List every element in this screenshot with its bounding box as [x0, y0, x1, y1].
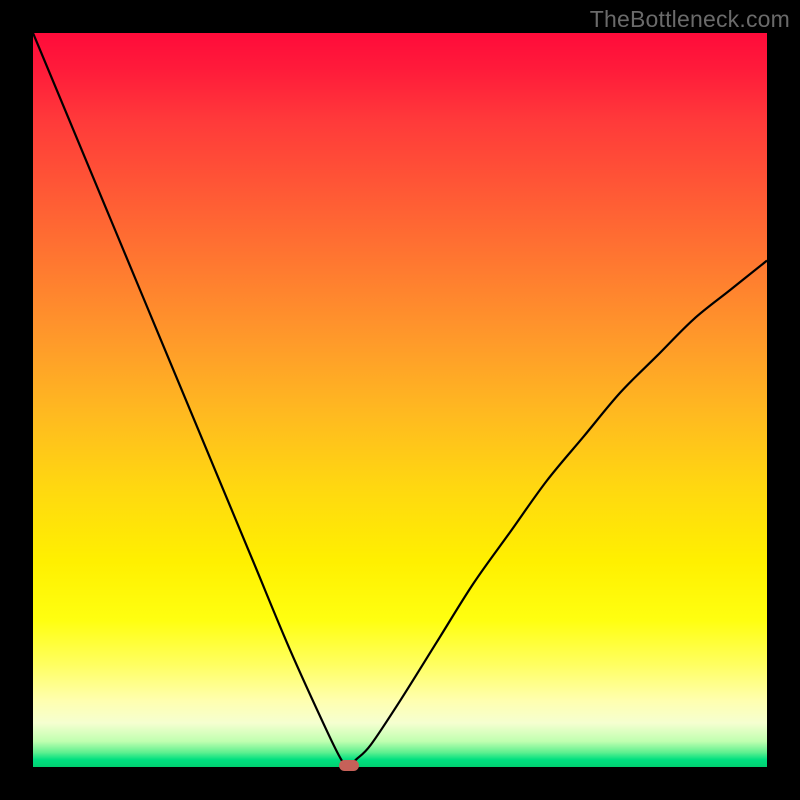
watermark-text: TheBottleneck.com [590, 6, 790, 33]
bottleneck-curve [33, 33, 767, 767]
optimal-marker [339, 760, 359, 771]
